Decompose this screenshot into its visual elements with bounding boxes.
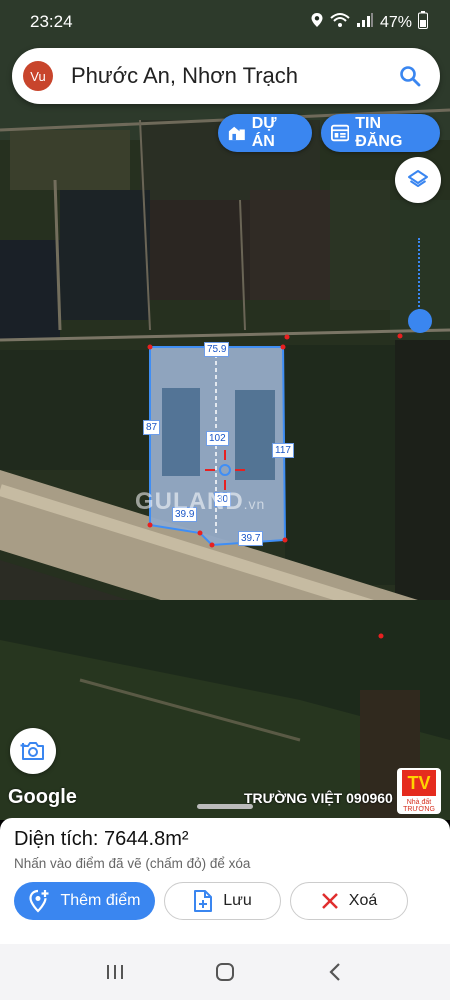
- delete-button[interactable]: Xoá: [290, 882, 408, 920]
- layers-icon: [408, 170, 428, 187]
- save-button[interactable]: Lưu: [164, 882, 281, 920]
- battery-percent: 47%: [379, 13, 412, 31]
- app-screen: 75.9 87 102 117 30 39.9 39.7 GULAND.vn 2…: [0, 0, 450, 1000]
- search-icon[interactable]: [390, 56, 430, 96]
- battery-icon: [418, 11, 428, 34]
- delete-hint: Nhấn vào điểm đã vẽ (chấm đỏ) để xóa: [14, 856, 251, 871]
- close-icon: [321, 893, 338, 909]
- tin-dang-label: TIN ĐĂNG: [355, 115, 403, 150]
- recents-button[interactable]: [95, 952, 135, 992]
- back-button[interactable]: [315, 952, 355, 992]
- edge-length-label: 75.9: [204, 342, 230, 357]
- tin-dang-button[interactable]: TIN ĐĂNG: [321, 114, 440, 152]
- agent-logo: TV Nhà đất TRƯỜNG: [397, 768, 441, 814]
- system-nav-bar: [0, 944, 450, 1000]
- area-summary: Diện tích: 7644.8m²: [14, 828, 189, 851]
- area-value: 7644.8m²: [104, 828, 189, 850]
- camera-icon: [20, 742, 44, 760]
- google-attribution: Google: [8, 786, 77, 808]
- camera-button[interactable]: [10, 728, 56, 774]
- map-watermark: GULAND.vn: [135, 488, 266, 515]
- save-label: Lưu: [223, 892, 252, 909]
- add-file-icon: [194, 890, 213, 912]
- area-label: Diện tích:: [14, 828, 99, 850]
- avatar[interactable]: Vu: [23, 61, 53, 91]
- back-icon: [329, 963, 340, 981]
- layers-button[interactable]: [395, 157, 441, 203]
- edge-length-label: 102: [206, 431, 229, 446]
- location-icon: [310, 12, 324, 33]
- add-point-button[interactable]: Thêm điểm: [14, 882, 155, 920]
- add-point-label: Thêm điểm: [60, 892, 141, 909]
- status-bar: 23:24 47%: [0, 0, 450, 42]
- agent-name: TRƯỜNG VIỆT 090960: [244, 790, 393, 806]
- delete-label: Xoá: [348, 892, 378, 909]
- edge-length-label: 39.7: [238, 531, 264, 546]
- sheet-drag-handle[interactable]: [197, 804, 253, 809]
- wifi-icon: [330, 12, 350, 33]
- du-an-button[interactable]: DỰ ÁN: [218, 114, 312, 152]
- zoom-slider-handle[interactable]: [408, 309, 432, 333]
- du-an-label: DỰ ÁN: [251, 115, 277, 150]
- recents-icon: [107, 965, 123, 979]
- home-button[interactable]: [205, 952, 245, 992]
- search-query[interactable]: Phước An, Nhơn Trạch: [71, 63, 390, 89]
- search-bar[interactable]: Vu Phước An, Nhơn Trạch: [12, 48, 440, 104]
- listing-icon: [331, 124, 350, 142]
- add-location-icon: [29, 889, 49, 913]
- building-icon: [228, 126, 245, 141]
- zoom-slider-track[interactable]: [418, 238, 421, 318]
- area-sheet: Diện tích: 7644.8m² Nhấn vào điểm đã vẽ …: [0, 818, 450, 944]
- edge-length-label: 87: [143, 420, 161, 435]
- edge-length-label: 117: [272, 443, 294, 458]
- signal-icon: [356, 12, 374, 33]
- home-icon: [216, 963, 234, 981]
- status-time: 23:24: [30, 12, 73, 31]
